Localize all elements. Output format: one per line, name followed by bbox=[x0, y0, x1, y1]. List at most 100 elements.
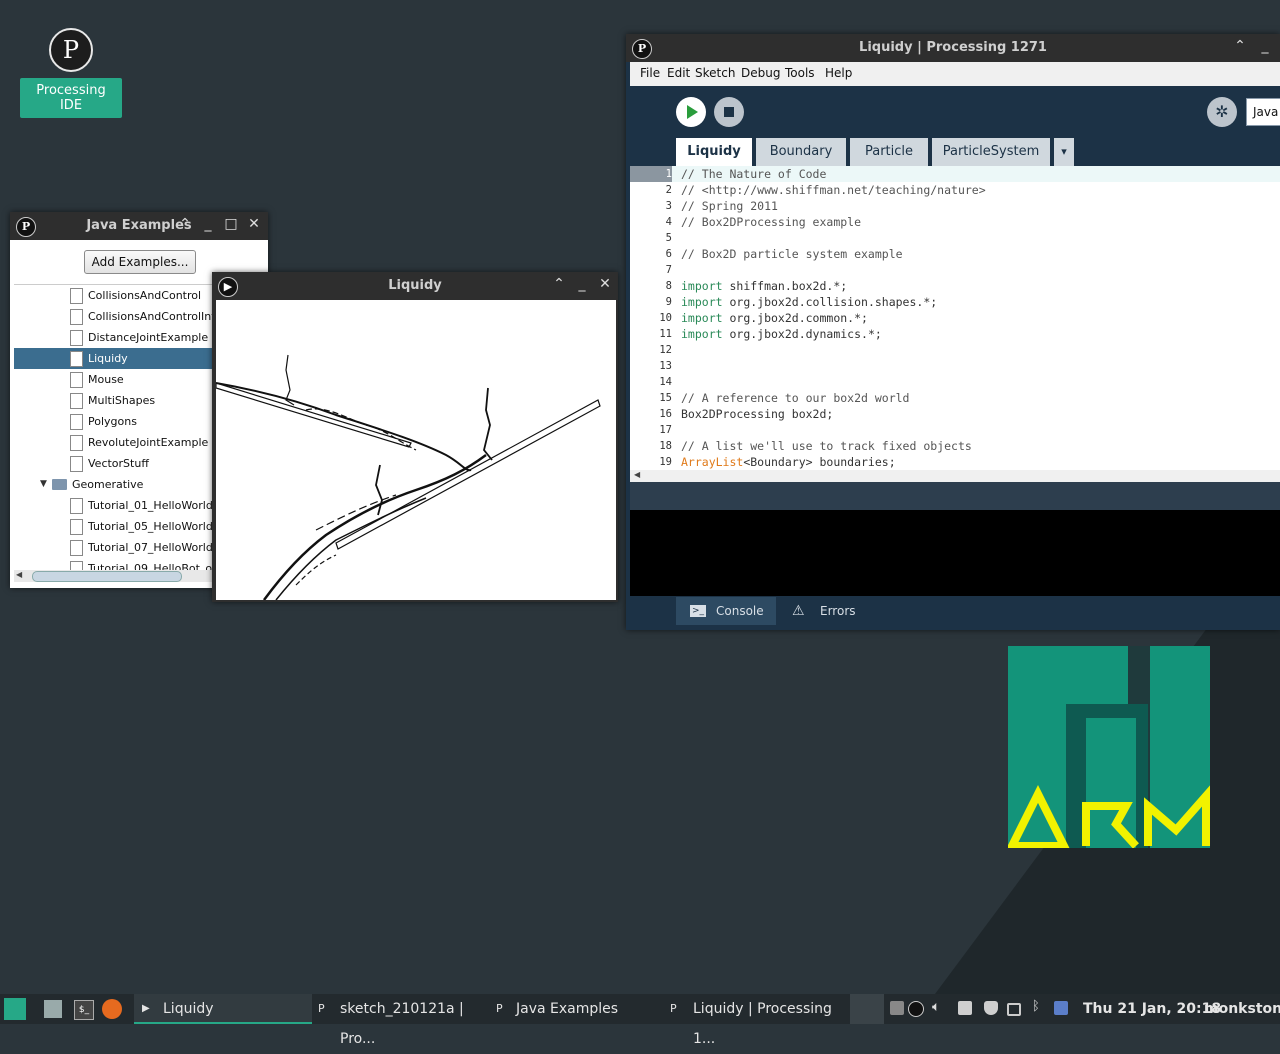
firefox-icon[interactable] bbox=[102, 999, 122, 1019]
code-line[interactable]: 18 // A list we'll use to track fixed obj… bbox=[630, 438, 1280, 454]
file-manager-icon[interactable] bbox=[44, 1000, 62, 1018]
mode-selector[interactable]: Java bbox=[1246, 98, 1280, 126]
tab-particle[interactable]: Particle bbox=[850, 138, 928, 166]
shade-icon[interactable]: ⌃ bbox=[1231, 38, 1249, 54]
line-number: 3 bbox=[665, 200, 672, 212]
close-icon[interactable]: ✕ bbox=[596, 276, 614, 292]
tree-item-label: Tutorial_05_HelloWorld_ bbox=[88, 520, 219, 533]
code-text: // Spring 2011 bbox=[681, 198, 778, 214]
code-content: Box2DProcessing box2d; bbox=[681, 407, 834, 421]
code-line[interactable]: 15 // A reference to our box2d world bbox=[630, 390, 1280, 406]
line-number: 11 bbox=[659, 328, 672, 340]
code-line[interactable]: 4 // Box2DProcessing example bbox=[630, 214, 1280, 230]
tree-item-label: Liquidy bbox=[88, 352, 128, 365]
console-output[interactable] bbox=[630, 510, 1280, 596]
code-line[interactable]: 5 bbox=[630, 230, 1280, 246]
tab-menu-button[interactable]: ▾ bbox=[1054, 138, 1074, 166]
volume-icon[interactable]: 🔈︎ bbox=[932, 999, 946, 1015]
tree-item-label: Tutorial_01_HelloWorld bbox=[88, 499, 213, 512]
network-icon[interactable] bbox=[1054, 1001, 1068, 1015]
add-examples-button[interactable]: Add Examples... bbox=[84, 250, 196, 274]
task-processing-ide[interactable]: P Liquidy | Processing 1... bbox=[666, 994, 846, 1047]
console-icon: >_ bbox=[690, 605, 706, 617]
tab-liquidy[interactable]: Liquidy bbox=[676, 138, 752, 166]
menu-edit[interactable]: Edit bbox=[667, 66, 690, 80]
code-line[interactable]: 11 import org.jbox2d.dynamics.*; bbox=[630, 326, 1280, 342]
menu-file[interactable]: File bbox=[640, 66, 660, 80]
maximize-icon[interactable]: □ bbox=[222, 216, 240, 232]
task-java-examples[interactable]: P Java Examples bbox=[492, 994, 662, 1024]
examples-titlebar[interactable]: P Java Examples ⌃ _ □ ✕ bbox=[10, 212, 268, 240]
clock[interactable]: Thu 21 Jan, 20:18 bbox=[1083, 994, 1221, 1024]
tree-item-label: Polygons bbox=[88, 415, 137, 428]
close-icon[interactable]: ✕ bbox=[245, 216, 263, 232]
menu-sketch[interactable]: Sketch bbox=[695, 66, 735, 80]
code-type: ArrayList bbox=[681, 455, 744, 469]
code-text: // Box2D particle system example bbox=[681, 246, 903, 262]
tree-item-label: DistanceJointExample bbox=[88, 331, 209, 344]
scrollbar-thumb[interactable] bbox=[32, 571, 182, 582]
file-icon bbox=[70, 456, 83, 472]
tab-console[interactable]: >_ Console bbox=[676, 597, 776, 625]
tab-boundary[interactable]: Boundary bbox=[756, 138, 846, 166]
manjaro-menu-icon[interactable] bbox=[4, 998, 26, 1020]
code-line[interactable]: 12 bbox=[630, 342, 1280, 358]
menu-tools[interactable]: Tools bbox=[785, 66, 815, 80]
empty-task-slot bbox=[850, 994, 884, 1024]
shade-icon[interactable]: ⌃ bbox=[176, 216, 194, 232]
code-line[interactable]: 8 import shiffman.box2d.*; bbox=[630, 278, 1280, 294]
minimize-icon[interactable]: _ bbox=[1256, 38, 1274, 54]
minimize-icon[interactable]: _ bbox=[573, 276, 591, 292]
tree-item-label: VectorStuff bbox=[88, 457, 149, 470]
display-icon[interactable] bbox=[1007, 1003, 1021, 1016]
menu-help[interactable]: Help bbox=[825, 66, 852, 80]
screenshot-icon[interactable] bbox=[958, 1001, 972, 1015]
scroll-left-icon[interactable]: ◀ bbox=[16, 570, 22, 579]
sketch-canvas[interactable] bbox=[216, 300, 616, 600]
code-text: // Box2DProcessing example bbox=[681, 214, 861, 230]
code-line[interactable]: 3 // Spring 2011 bbox=[630, 198, 1280, 214]
file-icon bbox=[70, 519, 83, 535]
code-line[interactable]: 6 // Box2D particle system example bbox=[630, 246, 1280, 262]
code-line[interactable]: 9 import org.jbox2d.collision.shapes.*; bbox=[630, 294, 1280, 310]
shade-icon[interactable]: ⌃ bbox=[550, 276, 568, 292]
code-content: // Box2DProcessing example bbox=[681, 215, 862, 229]
code-content: org.jbox2d.dynamics.*; bbox=[722, 327, 882, 341]
processing-tray-icon[interactable] bbox=[908, 1001, 924, 1017]
sketch-titlebar[interactable]: ▶ Liquidy ⌃ _ ✕ bbox=[212, 272, 618, 300]
play-icon: ▶ bbox=[142, 1003, 150, 1014]
code-line[interactable]: 19 ArrayList<Boundary> boundaries; bbox=[630, 454, 1280, 470]
scroll-left-icon[interactable]: ◀ bbox=[634, 470, 640, 479]
debugger-butterfly-icon[interactable]: ✲ bbox=[1207, 97, 1237, 127]
workspace-pager-icon[interactable] bbox=[890, 1001, 904, 1015]
terminal-icon[interactable]: $_ bbox=[74, 1000, 94, 1020]
code-line[interactable]: 2 // <http://www.shiffman.net/teaching/na… bbox=[630, 182, 1280, 198]
ide-titlebar[interactable]: P Liquidy | Processing 1271 ⌃ _ bbox=[626, 34, 1280, 62]
stop-button[interactable] bbox=[714, 97, 744, 127]
tab-particlesystem[interactable]: ParticleSystem bbox=[932, 138, 1050, 166]
user-name[interactable]: monkstone bbox=[1204, 994, 1280, 1024]
task-sketch[interactable]: P sketch_210121a | Pro... bbox=[314, 994, 490, 1047]
code-line[interactable]: 16 Box2DProcessing box2d; bbox=[630, 406, 1280, 422]
taskbar: $_ ▶ Liquidy P sketch_210121a | Pro... P… bbox=[0, 994, 1280, 1047]
menu-debug[interactable]: Debug bbox=[741, 66, 780, 80]
code-line[interactable]: 17 bbox=[630, 422, 1280, 438]
tab-errors[interactable]: ⚠ Errors bbox=[780, 597, 866, 625]
code-line[interactable]: 10 import org.jbox2d.common.*; bbox=[630, 310, 1280, 326]
liquidy-sketch-window: ▶ Liquidy ⌃ _ ✕ bbox=[212, 272, 618, 602]
task-liquidy[interactable]: ▶ Liquidy bbox=[134, 994, 312, 1024]
expand-arrow-icon[interactable]: ▼ bbox=[40, 474, 47, 495]
code-line[interactable]: 13 bbox=[630, 358, 1280, 374]
editor-horizontal-scrollbar[interactable]: ◀ bbox=[630, 470, 1280, 482]
code-line[interactable]: 1 // The Nature of Code bbox=[630, 166, 1280, 182]
minimize-icon[interactable]: _ bbox=[199, 216, 217, 232]
sketch-tabs: Liquidy Boundary Particle ParticleSystem… bbox=[630, 138, 1280, 166]
bluetooth-icon[interactable]: ᛒ bbox=[1032, 999, 1046, 1014]
line-number: 5 bbox=[665, 232, 672, 244]
shield-icon[interactable] bbox=[984, 1001, 998, 1015]
processing-ide-desktop-icon[interactable]: P Processing IDE bbox=[20, 28, 122, 118]
code-line[interactable]: 7 bbox=[630, 262, 1280, 278]
code-line[interactable]: 14 bbox=[630, 374, 1280, 390]
run-button[interactable] bbox=[676, 97, 706, 127]
code-editor[interactable]: 1 // The Nature of Code 2 // <http://www.sh… bbox=[630, 166, 1280, 470]
